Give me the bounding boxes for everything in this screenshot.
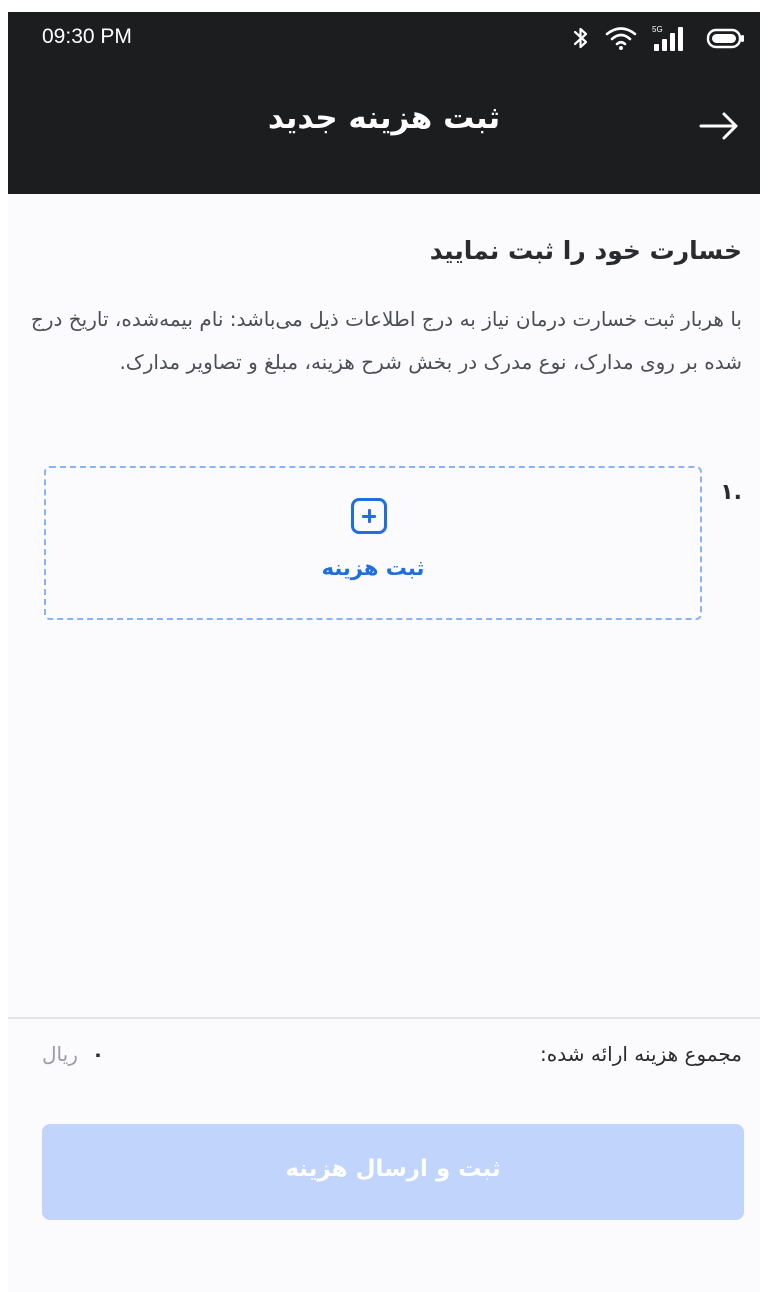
- divider: [8, 1017, 760, 1019]
- status-icons: 5G: [572, 24, 746, 52]
- currency-label: ریال: [42, 1042, 78, 1066]
- arrow-right-icon: [699, 112, 738, 140]
- network-type-label: 5G: [652, 25, 663, 34]
- cellular-signal-icon: 5G: [652, 25, 683, 51]
- add-expense-button[interactable]: ثبت هزینه: [44, 466, 702, 620]
- plus-square-icon: [351, 498, 387, 534]
- total-amount-value: ۰: [91, 1042, 105, 1066]
- submit-expense-button[interactable]: ثبت و ارسال هزینه: [42, 1124, 744, 1220]
- submit-expense-label: ثبت و ارسال هزینه: [285, 1156, 501, 1182]
- status-bar: 09:30 PM 5G: [8, 12, 760, 64]
- add-expense-label: ثبت هزینه: [321, 556, 425, 580]
- total-amount: ۰ ریال: [42, 1042, 104, 1066]
- app-bar: ثبت هزینه جدید: [8, 64, 760, 194]
- back-button[interactable]: [696, 108, 742, 144]
- battery-icon: [706, 28, 744, 49]
- app-screen: 09:30 PM 5G ثبت هزینه جدید خسارت خود را …: [8, 12, 760, 1292]
- wifi-icon: [605, 27, 637, 50]
- section-heading: خسارت خود را ثبت نمایید: [429, 236, 742, 265]
- page-title: ثبت هزینه جدید: [267, 100, 501, 136]
- status-time: 09:30 PM: [42, 25, 132, 48]
- instructions-text: با هربار ثبت خسارت درمان نیاز به درج اطل…: [30, 307, 742, 374]
- total-label: مجموع هزینه ارائه شده:: [540, 1042, 742, 1066]
- bluetooth-icon: [573, 27, 588, 49]
- expense-item-number: .۱: [720, 480, 742, 505]
